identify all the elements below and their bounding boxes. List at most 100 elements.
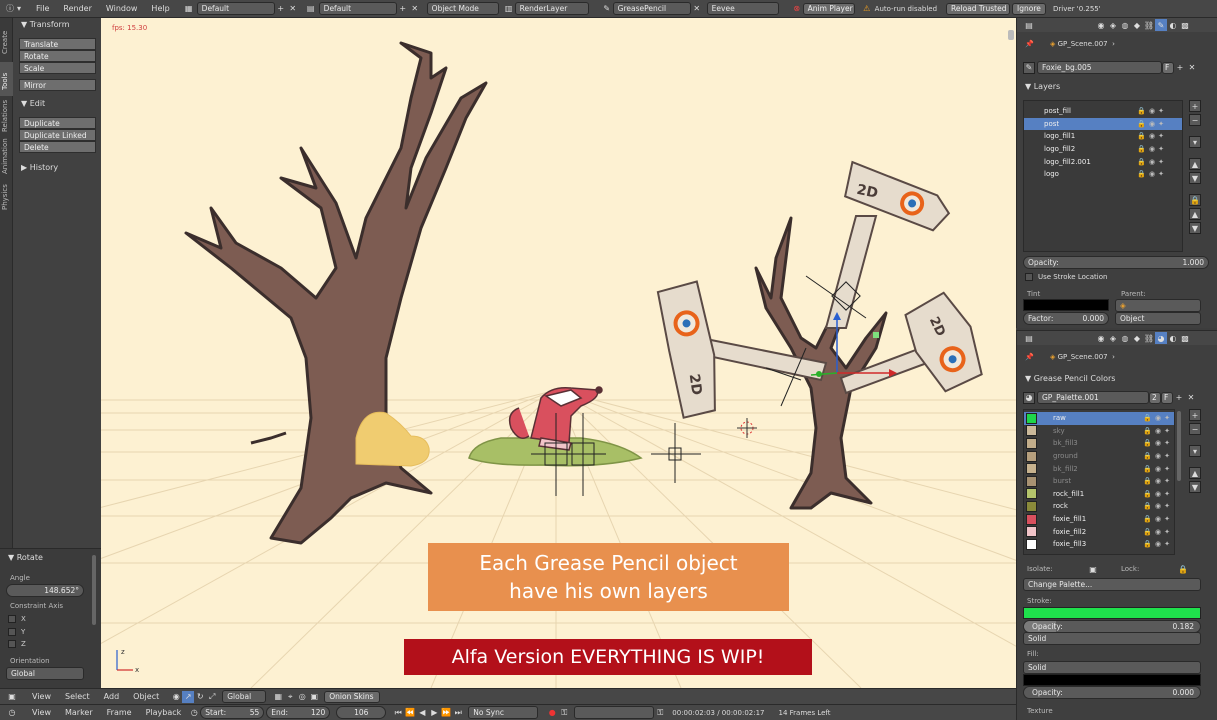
close-icon[interactable]: ✕ <box>1185 392 1197 404</box>
preview-range-icon[interactable]: ◷ <box>188 707 200 719</box>
menu-icon[interactable]: ▾ <box>1189 445 1201 457</box>
info-editor-icon[interactable]: ⓘ <box>4 3 16 15</box>
onion-icon[interactable]: ✦ <box>1164 477 1170 485</box>
scale-manipulator-icon[interactable]: ⤢ <box>206 691 218 703</box>
eye-icon[interactable]: ◉ <box>1149 170 1155 178</box>
edit-panel-header[interactable]: ▼ Edit <box>17 97 45 110</box>
operator-header[interactable]: ▼ Rotate <box>4 551 43 564</box>
world-tab-icon[interactable]: ◍ <box>1119 19 1131 31</box>
color-row[interactable]: raw 🔒 ◉ ✦ <box>1024 412 1174 425</box>
eye-icon[interactable]: ◉ <box>1155 414 1161 422</box>
eye-icon[interactable]: ◉ <box>1155 439 1161 447</box>
next-key-icon[interactable]: ⏩ <box>440 707 452 719</box>
pin-icon[interactable]: 📌 <box>1025 40 1036 48</box>
eye-icon[interactable]: ◉ <box>1155 515 1161 523</box>
eye-icon[interactable]: ◉ <box>1155 465 1161 473</box>
ignore-button[interactable]: Ignore <box>1012 2 1047 15</box>
onion-icon[interactable]: ✦ <box>1158 132 1164 140</box>
move-down-icon[interactable]: ▼ <box>1189 172 1201 184</box>
menu-help[interactable]: Help <box>151 4 169 13</box>
fill-color-field[interactable] <box>1023 674 1201 686</box>
lock-icon[interactable]: 🔒 <box>1143 490 1152 498</box>
lock-icon[interactable]: 🔒 <box>1143 502 1152 510</box>
lock-icon[interactable]: 🔒 <box>1137 120 1146 128</box>
menu-icon[interactable]: ▾ <box>1189 136 1201 148</box>
close-icon[interactable]: ✕ <box>691 3 703 15</box>
menu-window[interactable]: Window <box>106 4 138 13</box>
mode-selector[interactable]: Object Mode <box>426 2 499 15</box>
isolate-icon[interactable]: ▣ <box>1087 563 1099 575</box>
eye-icon[interactable]: ◉ <box>1149 158 1155 166</box>
palette-tab-icon[interactable]: ◕ <box>1155 332 1167 344</box>
onion-icon[interactable]: ✦ <box>1164 452 1170 460</box>
transform-panel-header[interactable]: ▼ Transform <box>17 18 70 31</box>
onion-icon[interactable]: ✦ <box>1158 145 1164 153</box>
orientation-selector[interactable]: Global <box>222 690 267 703</box>
engine-selector[interactable]: Eevee <box>706 2 779 15</box>
layer-row[interactable]: post 🔒 ◉ ✦ <box>1024 117 1182 131</box>
snap-icon[interactable]: ⌖ <box>284 691 296 703</box>
eye-icon[interactable]: ◉ <box>1155 477 1161 485</box>
tab-tools[interactable]: Tools <box>0 62 13 96</box>
tab-relations[interactable]: Relations <box>0 100 13 134</box>
layer-row[interactable]: logo 🔒 ◉ ✦ <box>1024 168 1182 181</box>
start-frame-field[interactable]: Start: 55 <box>200 706 265 719</box>
palette-icon[interactable]: ◕ <box>1023 391 1035 404</box>
move-up-icon[interactable]: ▲ <box>1189 158 1201 170</box>
angle-field[interactable]: 148.652° <box>6 584 84 597</box>
onion-icon[interactable]: ✦ <box>1158 158 1164 166</box>
tint-factor-field[interactable]: Factor: 0.000 <box>1023 312 1109 325</box>
move-down-icon[interactable]: ▼ <box>1189 481 1201 493</box>
menu-marker[interactable]: Marker <box>65 708 93 717</box>
close-icon[interactable]: ✕ <box>287 3 299 15</box>
add-layer-icon[interactable]: + <box>1189 100 1201 112</box>
menu-playback[interactable]: Playback <box>146 708 182 717</box>
delete-button[interactable]: Delete <box>19 141 96 153</box>
jump-end-icon[interactable]: ⏭ <box>452 707 464 719</box>
add-icon[interactable]: + <box>1173 392 1185 404</box>
editor-type-icon[interactable]: ▤ <box>1023 19 1035 31</box>
lock-icon[interactable]: 🔒 <box>1137 158 1146 166</box>
onion-icon[interactable]: ✦ <box>1164 439 1170 447</box>
remove-layer-icon[interactable]: − <box>1189 114 1201 126</box>
eye-icon[interactable]: ◉ <box>1155 427 1161 435</box>
lock-icon[interactable]: 🔒 <box>1137 132 1146 140</box>
color-row[interactable]: ground 🔒 ◉ ✦ <box>1024 450 1174 463</box>
pin-icon[interactable]: 📌 <box>1025 353 1036 361</box>
translate-button[interactable]: Translate <box>19 38 96 50</box>
editor-type-icon[interactable]: ◷ <box>6 707 18 719</box>
menu-object[interactable]: Object <box>133 692 159 701</box>
axis-z-checkbox[interactable]: Z <box>8 640 26 648</box>
eye-icon[interactable]: ◉ <box>1149 120 1155 128</box>
play-reverse-icon[interactable]: ◀ <box>416 707 428 719</box>
remove-color-icon[interactable]: − <box>1189 423 1201 435</box>
scale-button[interactable]: Scale <box>19 62 96 74</box>
stroke-location-checkbox[interactable]: Use Stroke Location <box>1025 273 1107 281</box>
prev-key-icon[interactable]: ⏪ <box>404 707 416 719</box>
lock-icon[interactable]: 🔒 <box>1137 145 1146 153</box>
layer-opacity-field[interactable]: Opacity: 1.000 <box>1023 256 1209 269</box>
onion-icon[interactable]: ✦ <box>1164 490 1170 498</box>
onion-skins-button[interactable]: Onion Skins <box>324 690 381 703</box>
end-frame-field[interactable]: End: 120 <box>266 706 331 719</box>
menu-view[interactable]: View <box>32 708 51 717</box>
jump-start-icon[interactable]: ⏮ <box>392 707 404 719</box>
layout-selector[interactable]: Default <box>196 2 275 15</box>
eye-icon[interactable]: ◉ <box>1155 452 1161 460</box>
render-layer-selector[interactable]: RenderLayer <box>514 2 589 15</box>
pivot-icon[interactable]: ◉ <box>170 691 182 703</box>
color-row[interactable]: rock 🔒 ◉ ✦ <box>1024 500 1174 513</box>
anim-player-button[interactable]: Anim Player <box>802 2 855 15</box>
color-swatch[interactable] <box>1026 412 1037 424</box>
color-swatch[interactable] <box>1026 488 1037 500</box>
palette-name-field[interactable]: GP_Palette.001 <box>1037 391 1149 404</box>
render-tab-icon[interactable]: ◉ <box>1095 332 1107 344</box>
tab-animation[interactable]: Animation <box>0 138 13 178</box>
color-swatch[interactable] <box>1026 500 1037 512</box>
datablock-name-field[interactable]: Foxie_bg.005 <box>1037 61 1162 74</box>
menu-render[interactable]: Render <box>63 4 91 13</box>
lock-icon[interactable]: 🔒 <box>1177 563 1189 575</box>
color-row[interactable]: sky 🔒 ◉ ✦ <box>1024 425 1174 438</box>
material-tab-icon[interactable]: ◐ <box>1167 19 1179 31</box>
move-down-icon[interactable]: ▼ <box>1189 222 1201 234</box>
